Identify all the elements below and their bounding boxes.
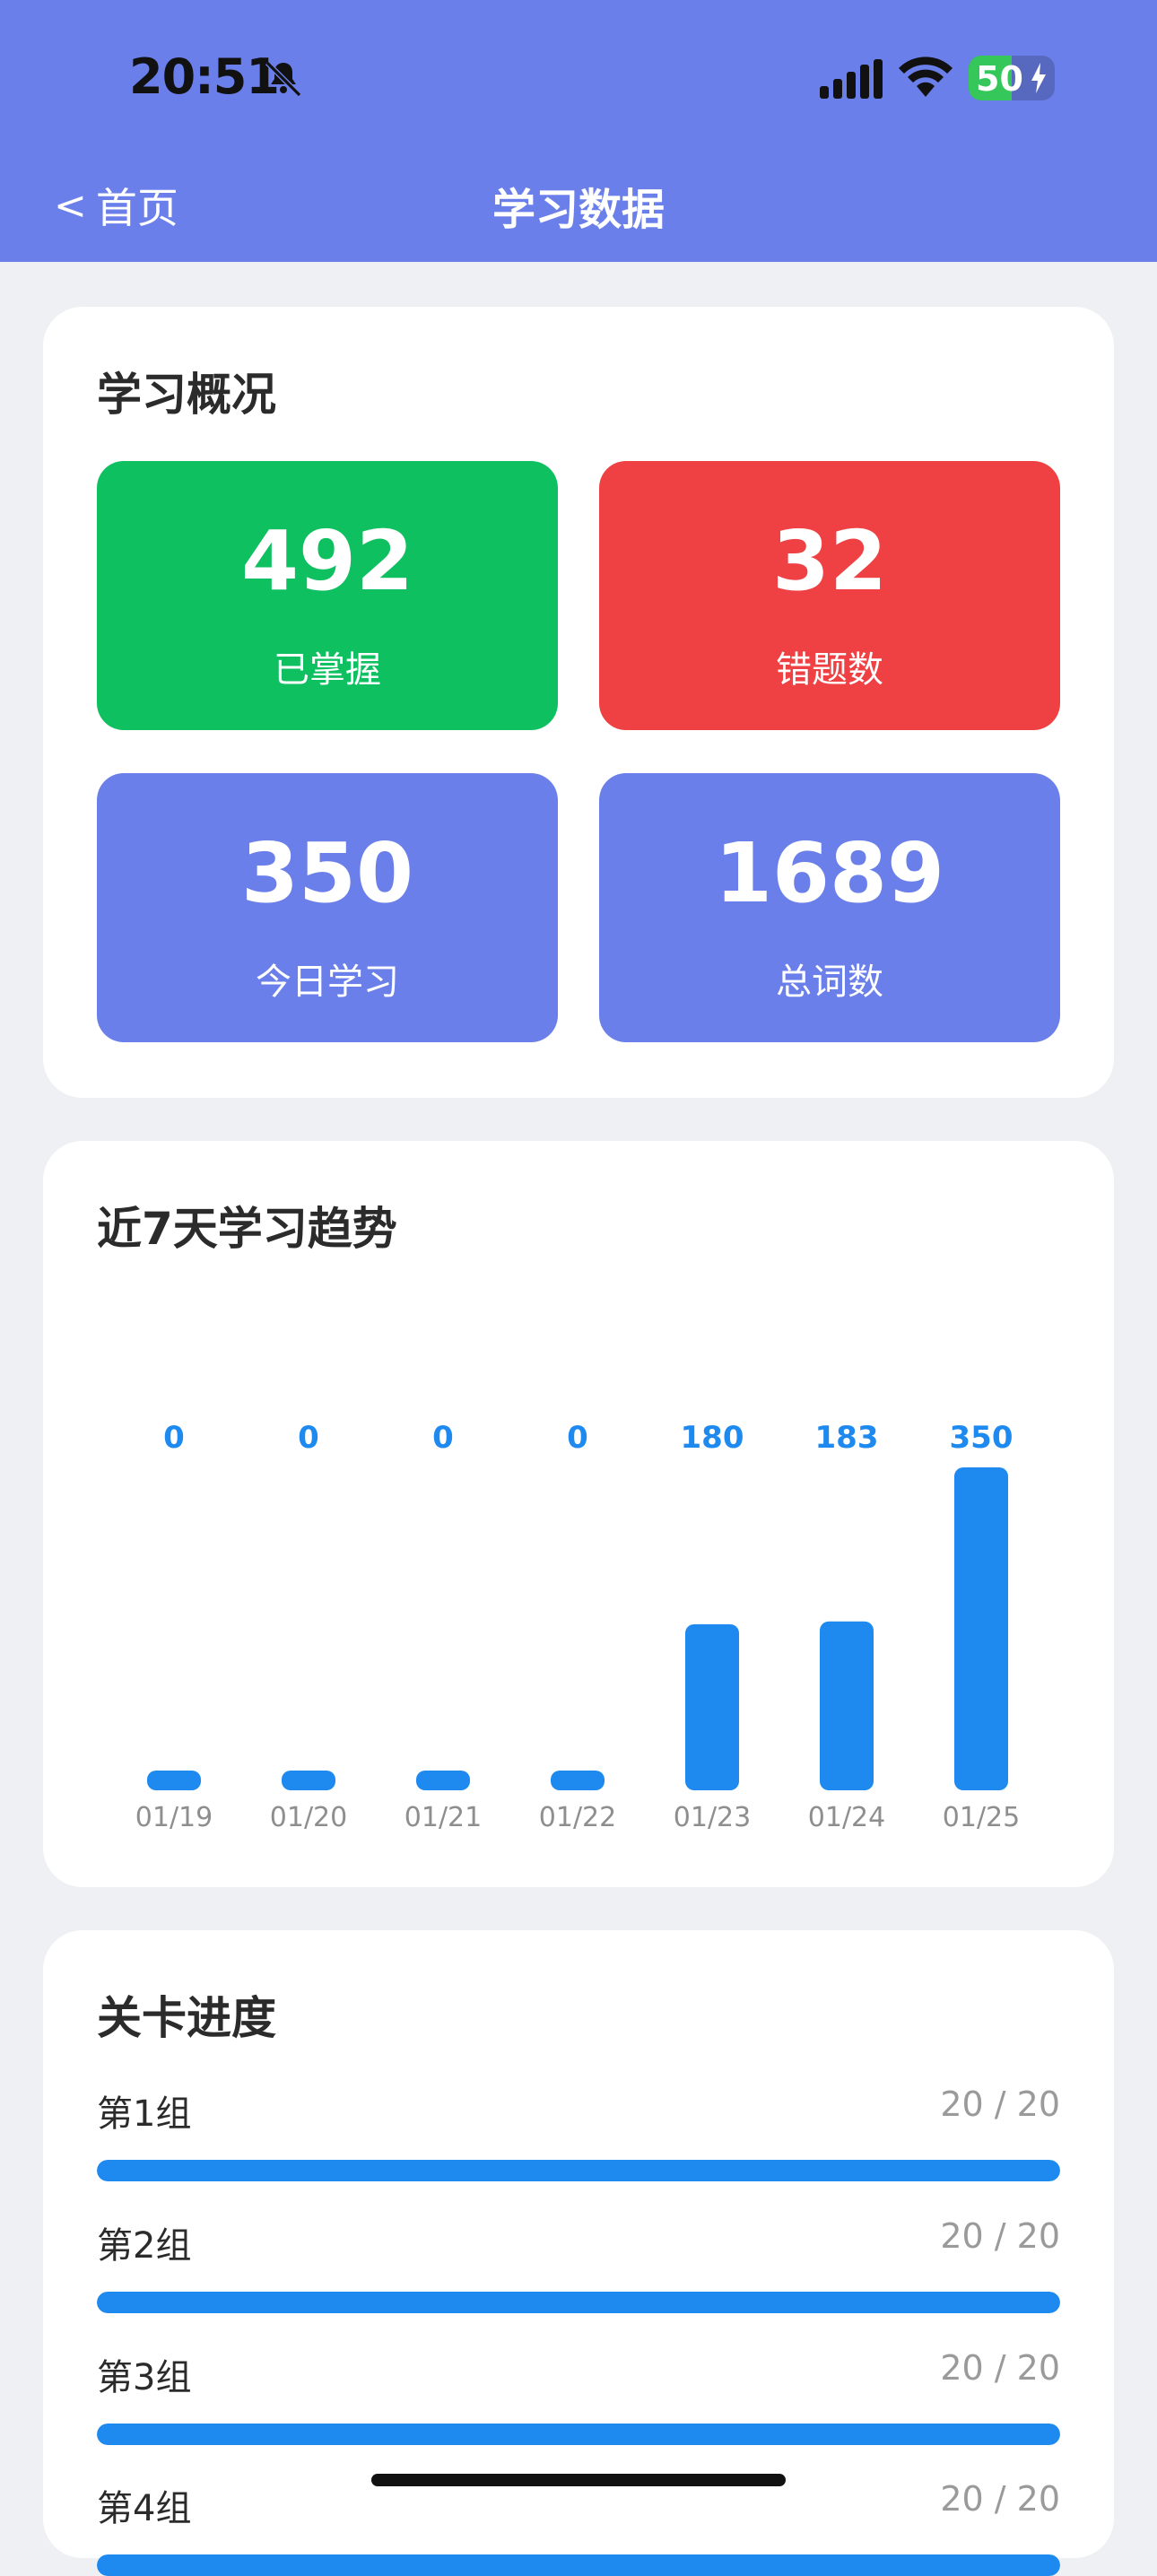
progress-track xyxy=(97,2554,1060,2576)
trend-card: 近7天学习趋势 0 01/19 0 01/20 0 01/21 0 01/22 180 01/23… xyxy=(43,1141,1114,1887)
bell-muted-icon xyxy=(265,60,302,98)
total-words-label: 总词数 xyxy=(776,962,883,1003)
progress-fill xyxy=(97,2292,1060,2313)
progress-track xyxy=(97,2292,1060,2313)
bar-01/23 xyxy=(685,1623,739,1790)
bar-01/19 xyxy=(147,1771,201,1790)
today-study-count: 350 xyxy=(240,825,414,921)
bar-01/24 xyxy=(820,1621,874,1790)
group-count: 20 / 20 xyxy=(940,2084,1060,2124)
bar-value-label: 0 xyxy=(432,1420,454,1456)
overview-title: 学习概况 xyxy=(97,369,276,421)
progress-track xyxy=(97,2160,1060,2181)
progress-track xyxy=(97,2424,1060,2445)
bar-01/21 xyxy=(416,1771,470,1790)
total-words-count: 1689 xyxy=(714,825,945,921)
total-words-tile[interactable]: 1689 总词数 xyxy=(599,773,1060,1042)
bar-value-label: 180 xyxy=(681,1420,744,1456)
group-count: 20 / 20 xyxy=(940,2216,1060,2256)
page-title: 学习数据 xyxy=(492,185,665,235)
trend-chart: 0 01/19 0 01/20 0 01/21 0 01/22 180 01/23 183 01/24… xyxy=(135,1420,1020,1833)
bar-value-label: 0 xyxy=(298,1420,319,1456)
level-progress-card: 关卡进度 第1组 20 / 20 第2组 20 / 20 第3组 20 / 20… xyxy=(43,1930,1114,2576)
status-time: 20:51 xyxy=(129,48,280,105)
charging-bolt-icon xyxy=(1031,63,1046,93)
today-study-tile[interactable]: 350 今日学习 xyxy=(97,773,558,1042)
group-name: 第3组 xyxy=(97,2357,192,2398)
progress-fill xyxy=(97,2554,1060,2576)
wrong-questions-label: 错题数 xyxy=(776,649,883,691)
home-indicator xyxy=(371,2474,786,2486)
mastered-count: 492 xyxy=(240,513,414,609)
wifi-icon xyxy=(899,57,953,97)
wrong-questions-count: 32 xyxy=(771,513,888,609)
x-tick-label: 01/19 xyxy=(135,1802,213,1833)
x-tick-label: 01/21 xyxy=(405,1802,482,1833)
group-name: 第2组 xyxy=(97,2225,192,2267)
bar-value-label: 350 xyxy=(950,1420,1013,1456)
bar-01/22 xyxy=(551,1771,605,1790)
overview-card: 学习概况 492 已掌握 32 错题数 350 今日学习 1689 总词数 xyxy=(43,307,1114,1098)
bar-value-label: 0 xyxy=(567,1420,588,1456)
progress-fill xyxy=(97,2160,1060,2181)
group-name: 第1组 xyxy=(97,2093,192,2135)
battery-level: 50 xyxy=(976,59,1023,99)
mastered-label: 已掌握 xyxy=(274,649,381,691)
mastered-tile[interactable]: 492 已掌握 xyxy=(97,461,558,730)
wrong-questions-tile[interactable]: 32 错题数 xyxy=(599,461,1060,730)
group-name: 第4组 xyxy=(97,2488,192,2529)
signal-icon xyxy=(820,59,883,99)
x-tick-label: 01/22 xyxy=(539,1802,616,1833)
bar-01/20 xyxy=(282,1771,335,1790)
group-count: 20 / 20 xyxy=(940,2348,1060,2388)
progress-fill xyxy=(97,2424,1060,2445)
x-tick-label: 01/20 xyxy=(270,1802,347,1833)
bar-value-label: 183 xyxy=(815,1420,879,1456)
today-study-label: 今日学习 xyxy=(256,962,399,1003)
x-tick-label: 01/25 xyxy=(943,1802,1020,1833)
progress-title: 关卡进度 xyxy=(97,1992,276,2044)
x-tick-label: 01/24 xyxy=(808,1802,885,1833)
bar-value-label: 0 xyxy=(163,1420,185,1456)
battery-icon: 50 xyxy=(969,56,1055,100)
bar-01/25 xyxy=(954,1467,1008,1790)
x-tick-label: 01/23 xyxy=(674,1802,751,1833)
group-count: 20 / 20 xyxy=(940,2479,1060,2519)
header: 20:51 50 < 首页 学习数据 xyxy=(0,0,1157,262)
